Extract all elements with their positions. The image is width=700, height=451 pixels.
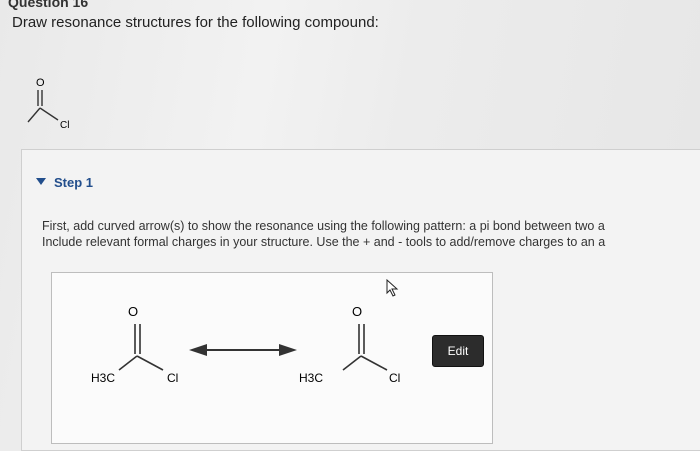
instruction-line-1: First, add curved arrow(s) to show the r… — [42, 219, 605, 233]
right-oxygen-label: O — [352, 304, 362, 319]
step-toggle[interactable]: Step 1 — [36, 175, 93, 190]
left-oxygen-label: O — [128, 304, 138, 319]
step-instructions: First, add curved arrow(s) to show the r… — [42, 218, 700, 250]
resonance-arrow — [189, 344, 297, 356]
question-title: Question 16 — [8, 0, 89, 10]
step-label: Step 1 — [54, 175, 94, 190]
compound-structure: O Cl — [27, 77, 69, 131]
right-methyl-label: H3C — [299, 371, 323, 385]
right-chlorine-label: Cl — [389, 371, 400, 385]
compound-oxygen-label: O — [36, 77, 45, 89]
mouse-cursor-icon — [386, 279, 399, 297]
right-structure: O H3C Cl — [299, 304, 400, 385]
instruction-line-2: Include relevant formal charges in your … — [42, 235, 606, 249]
edit-button[interactable]: Edit — [432, 335, 484, 367]
compound-chlorine-label: Cl — [60, 120, 69, 131]
caret-down-icon — [36, 178, 46, 185]
resonance-structures: O H3C Cl O H3C Cl — [91, 304, 400, 385]
left-chlorine-label: Cl — [167, 371, 178, 385]
left-structure: O H3C Cl — [91, 304, 178, 385]
question-prompt: Draw resonance structures for the follow… — [12, 14, 379, 31]
left-methyl-label: H3C — [91, 371, 115, 385]
